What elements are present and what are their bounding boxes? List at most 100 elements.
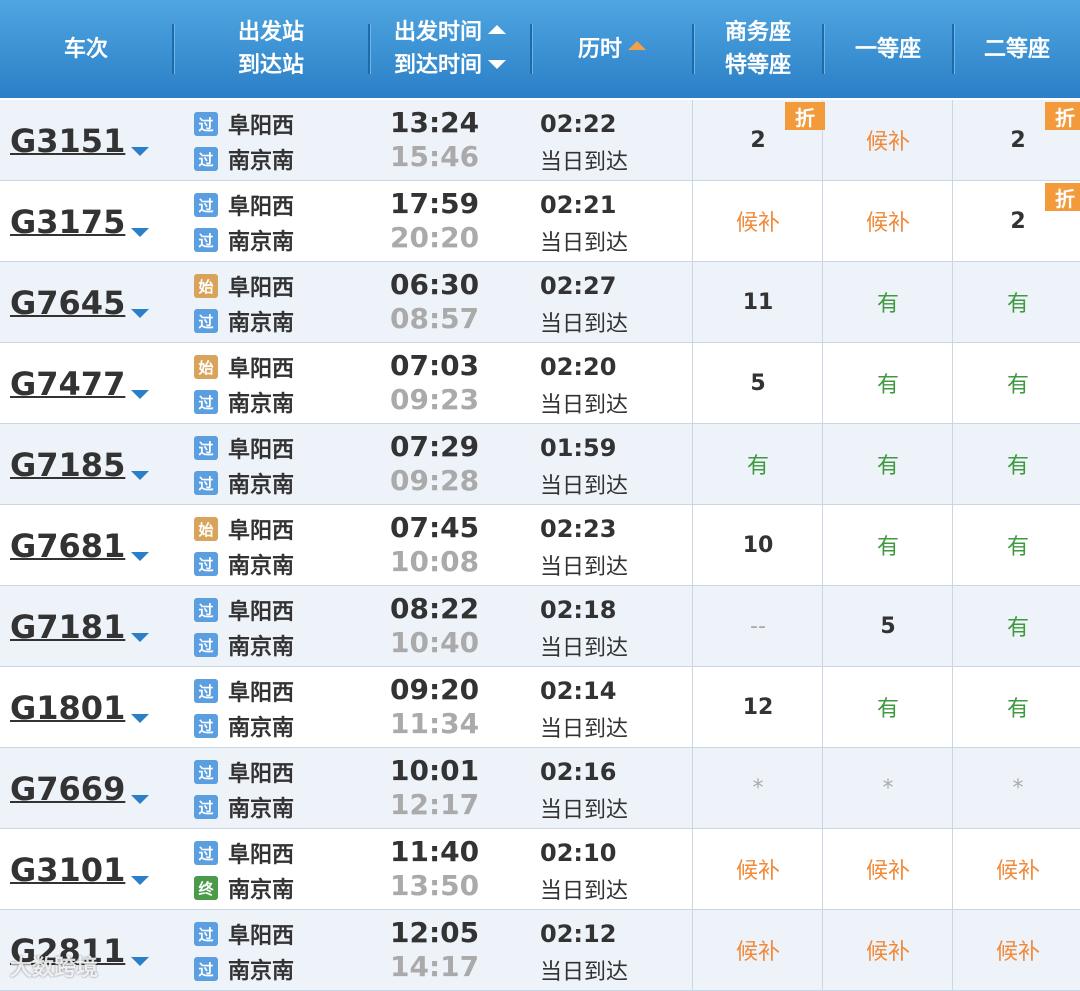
chevron-down-icon[interactable] (131, 876, 149, 885)
seat-biz[interactable]: 候补 (693, 910, 823, 990)
from-station-name: 阜阳西 (228, 276, 295, 301)
from-station-name: 阜阳西 (228, 438, 295, 463)
header-premium-label: 特等座 (724, 53, 791, 78)
to-station: 过南京南 (194, 713, 295, 741)
table-row: G7681 始阜阳西过南京南 07:45 10:08 02:23 当日到达 10 有有 (0, 505, 1080, 586)
from-station-name: 阜阳西 (228, 924, 295, 949)
header-business-label: 商务座 (724, 20, 791, 45)
chevron-down-icon[interactable] (131, 147, 149, 156)
to-station-name: 南京南 (228, 149, 295, 174)
table-row: G1801 过阜阳西过南京南 09:20 11:34 02:14 当日到达 12 有有 (0, 667, 1080, 748)
chevron-down-icon[interactable] (131, 390, 149, 399)
chevron-down-icon[interactable] (131, 552, 149, 561)
seat-first[interactable]: 候补 (823, 181, 953, 261)
arrival-time: 20:20 (390, 221, 480, 254)
to-station-name: 南京南 (228, 797, 295, 822)
table-row: G7477 始阜阳西过南京南 07:03 09:23 02:20 当日到达 5 有有 (0, 343, 1080, 424)
header-first-label: 一等座 (854, 36, 921, 62)
from-station: 始阜阳西 (194, 273, 295, 301)
train-number-link[interactable]: G1801 (10, 689, 125, 727)
arrival-day: 当日到达 (540, 312, 629, 337)
train-number-link[interactable]: G7681 (10, 527, 125, 565)
header-dep-time-sort[interactable]: 出发时间 (394, 16, 506, 49)
seat-first[interactable]: 有 (823, 424, 953, 504)
departure-time: 07:45 (390, 511, 480, 544)
duration: 02:16 (540, 758, 617, 786)
seat-first[interactable]: 候补 (823, 100, 953, 180)
from-station: 过阜阳西 (194, 192, 295, 220)
table-row: G7185 过阜阳西过南京南 07:29 09:28 01:59 当日到达有有有 (0, 424, 1080, 505)
seat-second[interactable]: 候补 (953, 910, 1080, 990)
seat-first[interactable]: 有 (823, 343, 953, 423)
seat-first[interactable]: 有 (823, 262, 953, 342)
arrival-time: 10:40 (390, 626, 480, 659)
seat-biz[interactable]: 5 (693, 343, 823, 423)
chevron-down-icon[interactable] (131, 795, 149, 804)
header-duration[interactable]: 历时 (532, 0, 692, 98)
seat-second[interactable]: 候补 (953, 829, 1080, 909)
seat-first[interactable]: 有 (823, 667, 953, 747)
from-station-name: 阜阳西 (228, 195, 295, 220)
seat-second[interactable]: 有 (953, 586, 1080, 666)
seat-biz[interactable]: 候补 (693, 829, 823, 909)
seat-first[interactable]: 有 (823, 505, 953, 585)
station-type-badge: 过 (194, 228, 218, 252)
train-number-link[interactable]: G7185 (10, 446, 125, 484)
from-station-name: 阜阳西 (228, 762, 295, 787)
arrival-time: 15:46 (390, 140, 480, 173)
header-second-label: 二等座 (983, 36, 1050, 62)
table-header: 车次 出发站 到达站 出发时间 到达时间 历时 商务座 特等座 一等座 二等座 (0, 0, 1080, 98)
seat-second[interactable]: 有 (953, 424, 1080, 504)
to-station: 过南京南 (194, 389, 295, 417)
seat-first[interactable]: 候补 (823, 829, 953, 909)
train-number-link[interactable]: G3151 (10, 122, 125, 160)
seat-biz[interactable]: 12 (693, 667, 823, 747)
station-type-badge: 始 (194, 517, 218, 541)
seat-second[interactable]: 有 (953, 667, 1080, 747)
table-row: G3101 过阜阳西终南京南 11:40 13:50 02:10 当日到达 候补 候补 候补 (0, 829, 1080, 910)
chevron-down-icon[interactable] (131, 228, 149, 237)
duration: 02:12 (540, 920, 617, 948)
station-type-badge: 过 (194, 112, 218, 136)
from-station-name: 阜阳西 (228, 357, 295, 382)
station-type-badge: 过 (194, 760, 218, 784)
seat-second[interactable]: 有 (953, 505, 1080, 585)
duration: 02:18 (540, 596, 617, 624)
chevron-down-icon[interactable] (131, 957, 149, 966)
from-station: 过阜阳西 (194, 597, 294, 625)
chevron-down-icon[interactable] (131, 633, 149, 642)
train-number-link[interactable]: G7181 (10, 608, 125, 646)
to-station-name: 南京南 (228, 716, 295, 741)
train-number-link[interactable]: G7669 (10, 770, 125, 808)
station-type-badge: 过 (194, 309, 218, 333)
train-number-link[interactable]: G7477 (10, 365, 125, 403)
arrival-day: 当日到达 (540, 555, 629, 580)
seat-first[interactable]: 候补 (823, 910, 953, 990)
seat-first[interactable]: 5 (823, 586, 953, 666)
station-type-badge: 过 (194, 436, 218, 460)
arrival-day: 当日到达 (540, 636, 629, 661)
station-type-badge: 过 (194, 679, 218, 703)
chevron-down-icon[interactable] (131, 714, 149, 723)
chevron-down-icon[interactable] (131, 309, 149, 318)
departure-time: 11:40 (390, 835, 480, 868)
train-number-link[interactable]: G7645 (10, 284, 125, 322)
train-number-link[interactable]: G3175 (10, 203, 125, 241)
seat-biz[interactable]: 有 (693, 424, 823, 504)
station-type-badge: 过 (194, 598, 218, 622)
seat-second[interactable]: 有 (953, 343, 1080, 423)
seat-biz[interactable]: 候补 (693, 181, 823, 261)
seat-second[interactable]: 有 (953, 262, 1080, 342)
header-stations: 出发站 到达站 (174, 0, 368, 98)
seat-biz[interactable]: 11 (693, 262, 823, 342)
duration: 02:23 (540, 515, 617, 543)
chevron-down-icon[interactable] (131, 471, 149, 480)
header-arr-time-sort[interactable]: 到达时间 (394, 49, 506, 82)
seat-biz[interactable]: 10 (693, 505, 823, 585)
to-station-name: 南京南 (228, 392, 295, 417)
seat-second: * (1012, 775, 1024, 801)
seat-biz: -- (750, 613, 766, 639)
arrival-time: 14:17 (390, 950, 480, 983)
departure-time: 07:03 (390, 349, 480, 382)
train-number-link[interactable]: G3101 (10, 851, 125, 889)
